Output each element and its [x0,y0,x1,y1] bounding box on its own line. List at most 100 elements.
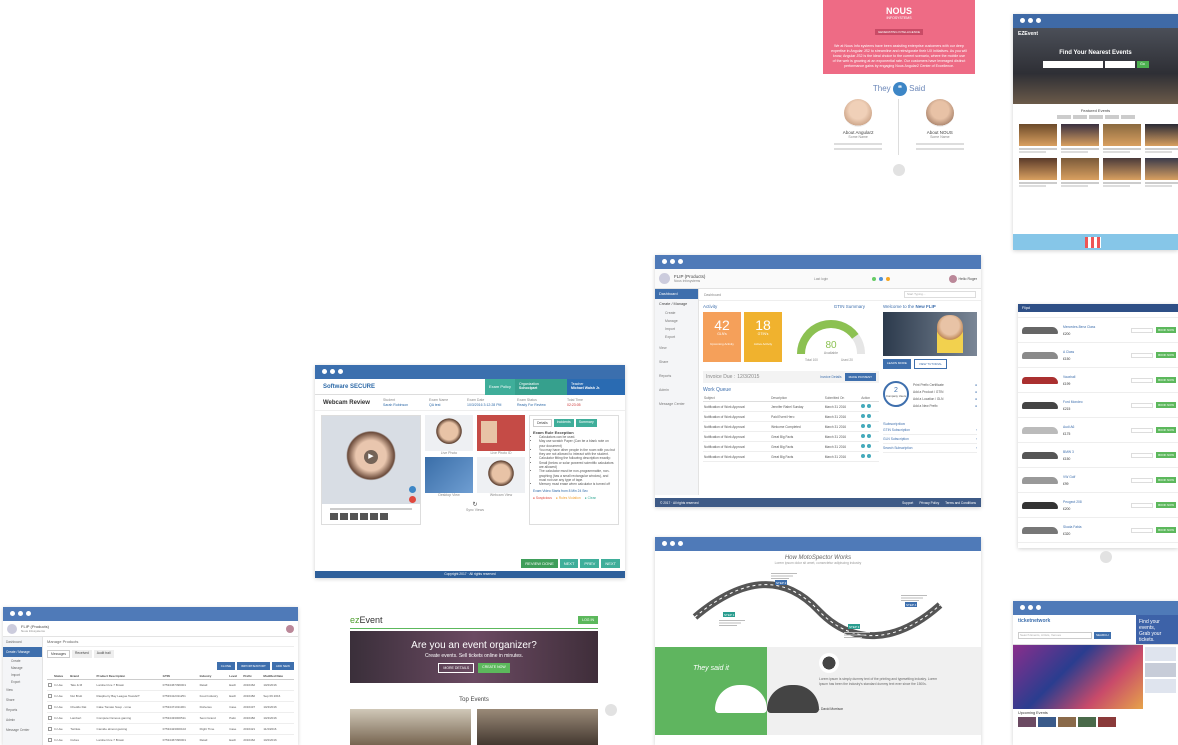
tab-messages[interactable]: Messages [47,650,71,658]
table-row[interactable]: In Use Tatu & M Lambert Ice 7 Brown 0753446… [47,680,294,691]
event-card[interactable] [1103,158,1141,187]
sidebar-item[interactable]: Create / Manage [3,647,42,657]
sidebar-item[interactable]: Admin [3,715,42,725]
sidebar-item[interactable]: Create [3,657,42,664]
view-icon[interactable] [867,444,872,448]
car-row[interactable]: Ford Mondeo £215 BOOK NOW [1018,393,1178,418]
sidebar-item[interactable]: Reports [655,369,698,383]
sidebar-item[interactable]: Export [3,678,42,685]
car-row[interactable]: Skoda Fabia £320 BOOK NOW [1018,518,1178,543]
book-now-button[interactable]: BOOK NOW [1156,352,1176,358]
approve-icon[interactable] [861,444,866,448]
table-row[interactable]: Notification of Work Approval Great Big F… [703,432,879,442]
more-details-button[interactable]: MORE DETAILS [438,663,475,673]
terms-link[interactable]: Terms and Conditions [945,501,976,505]
event-card[interactable] [1019,158,1057,187]
approve-icon[interactable] [861,424,866,428]
row-checkbox[interactable] [48,682,52,687]
search-input[interactable]: Start Typing... [904,291,976,298]
create-now-button[interactable]: CREATE NOW [478,663,510,673]
location-input[interactable] [1104,61,1135,68]
book-now-button[interactable]: BOOK NOW [1156,477,1176,483]
sidebar-item[interactable]: Message Center [3,725,42,735]
view-icon[interactable] [867,404,872,408]
quick-link[interactable]: Add a Product / GTIN ● [913,388,977,395]
row-checkbox[interactable] [48,704,52,709]
add-new-button[interactable]: ADD NEW [271,662,294,670]
sidebar-item[interactable]: Import [655,325,698,333]
event-card[interactable] [350,709,471,745]
import-export-button[interactable]: IMPORT/EXPORT [237,662,270,670]
tab-incidents[interactable]: Incidents [553,419,574,427]
event-card[interactable] [1061,158,1099,187]
stat-gtin[interactable]: 18 GTIN's Active Activity [744,312,782,362]
sidebar-item[interactable]: Share [3,695,42,705]
event-card[interactable] [1145,158,1178,187]
thumb-live-photo[interactable]: Live Photo [425,415,473,455]
event-card[interactable] [477,709,598,745]
event-card[interactable] [1103,124,1141,153]
book-now-button[interactable]: BOOK NOW [1156,452,1176,458]
sidebar-item[interactable]: Create [655,309,698,317]
car-row[interactable]: VW Golf £99 BOOK NOW [1018,468,1178,493]
thumb-webcam-view[interactable]: Webcam View [477,457,525,497]
sidebar-item-create-manage[interactable]: Create / Manage [655,299,698,309]
car-row[interactable]: Audi A6 £175 BOOK NOW [1018,418,1178,443]
search-button[interactable]: SEARCH [1094,632,1111,639]
scroll-indicator[interactable] [605,704,617,716]
book-now-button[interactable]: BOOK NOW [1156,402,1176,408]
view-icon[interactable] [867,434,872,438]
tab-details[interactable]: Details [533,419,552,427]
sidebar-item[interactable]: Admin [655,383,698,397]
sidebar-item[interactable]: View [655,341,698,355]
car-row[interactable]: BMW 3 £150 BOOK NOW [1018,443,1178,468]
car-row[interactable]: A Class £150 BOOK NOW [1018,343,1178,368]
subscription-item[interactable]: GTIN Subscription › [883,426,977,435]
invoice-details-link[interactable]: Invoice Details [820,375,841,379]
exam-video-link[interactable]: Exam Video Starts from 8 Min 24 Sec [533,489,615,493]
quick-link[interactable]: Print Prefix Certificate ● [913,381,977,388]
table-row[interactable]: Notification of Work Approval Jennifer Ra… [703,402,879,412]
car-row[interactable]: Vauxhall £199 BOOK NOW [1018,368,1178,393]
sidebar-item-dashboard[interactable]: Dashboard [655,289,698,299]
scroll-indicator[interactable] [893,164,905,176]
view-icon[interactable] [867,414,872,418]
approve-icon[interactable] [861,414,866,418]
thumb-live-photo-id[interactable]: Live Photo ID [477,415,525,455]
approve-icon[interactable] [861,404,866,408]
user-avatar[interactable] [286,624,294,633]
sidebar-item[interactable]: Dashboard [3,637,42,647]
row-checkbox[interactable] [48,693,52,698]
sync-icon[interactable]: ↻ [425,501,525,508]
table-row[interactable]: In Use Cubes Lambert Ice 7 Brown 0753446739… [47,735,294,745]
view-icon[interactable] [867,454,872,458]
car-row[interactable]: Peugeot 208 £200 BOOK NOW [1018,493,1178,518]
table-row[interactable]: In Use Lambert Computer famous gaming 07534… [47,713,294,724]
learn-more-button[interactable]: LEARN MORE [883,359,911,369]
event-card[interactable] [1061,124,1099,153]
review-done-button[interactable]: REVIEW DONE [521,559,558,568]
player-controls[interactable] [330,513,388,520]
company-users-circle[interactable]: 2 Company Users [883,381,909,407]
tab-audit[interactable]: Audit trail [93,650,114,658]
sidebar-item[interactable]: Manage [655,317,698,325]
sidebar-item[interactable]: Import [3,671,42,678]
next-button-2[interactable]: NEXT [601,559,620,568]
stat-gln[interactable]: 42 GLN's Upcoming Activity [703,312,741,362]
approve-icon[interactable] [861,434,866,438]
play-icon[interactable]: ▶ [364,450,378,464]
video-player[interactable]: ▶ [321,415,421,525]
privacy-link[interactable]: Privacy Policy [919,501,939,505]
search-input[interactable]: Search Events, Artists, Venues [1018,632,1092,639]
next-button[interactable]: NEXT [559,559,579,568]
user-avatar[interactable] [948,274,957,283]
sidebar-item[interactable]: View [3,685,42,695]
row-checkbox[interactable] [48,726,52,731]
subscription-item[interactable]: Search Subscription › [883,444,977,453]
row-checkbox[interactable] [48,737,52,742]
sidebar-item[interactable]: Reports [3,705,42,715]
table-row[interactable]: Notification of Work Approval Paid Event … [703,412,879,422]
tab-summary[interactable]: Summary [575,419,597,427]
book-now-button[interactable]: BOOK NOW [1156,327,1176,333]
book-now-button[interactable]: BOOK NOW [1156,377,1176,383]
